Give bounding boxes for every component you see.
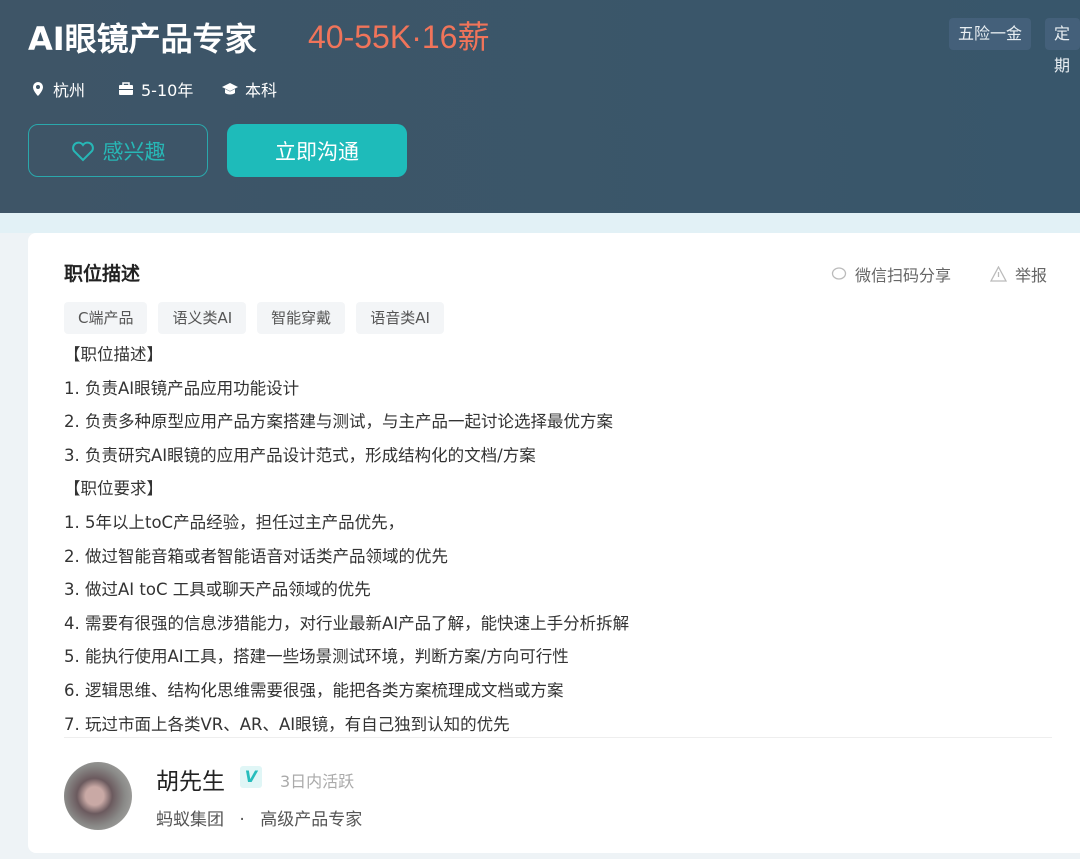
desc-line: 2. 负责多种原型应用产品方案搭建与测试，与主产品一起讨论选择最优方案 xyxy=(64,412,613,432)
report-label: 举报 xyxy=(1015,266,1048,285)
desc-line: 【职位描述】 xyxy=(64,345,163,364)
chat-now-button[interactable]: 立即沟通 xyxy=(227,124,407,177)
desc-line: 3. 做过AI toC 工具或聊天产品领域的优先 xyxy=(64,580,371,600)
skill-tag: C端产品 xyxy=(64,302,148,334)
section-title: 职位描述 xyxy=(64,263,141,285)
location-text: 杭州 xyxy=(53,81,86,100)
recruiter-company: 蚂蚁集团 · 高级产品专家 xyxy=(156,805,362,830)
meta-location: 杭州 xyxy=(30,77,85,101)
job-description-text: 【职位描述】 1. 负责AI眼镜产品应用功能设计 2. 负责多种原型应用产品方案… xyxy=(64,338,629,741)
chat-bubble-icon xyxy=(831,267,847,280)
job-description-card: 职位描述 微信扫码分享 举报 C端产品 语义类AI 智能穿戴 语音类AI 【职位… xyxy=(28,233,1080,853)
company-name: 蚂蚁集团 xyxy=(156,810,224,830)
recruiter-avatar[interactable] xyxy=(64,762,132,830)
interested-label: 感兴趣 xyxy=(102,139,166,164)
welfare-tag: 五险一金 xyxy=(949,18,1032,50)
desc-line: 6. 逻辑思维、结构化思维需要很强，能把各类方案梳理成文档或方案 xyxy=(64,680,564,700)
wechat-share-button[interactable]: 微信扫码分享 xyxy=(831,262,951,286)
heart-icon xyxy=(71,141,94,161)
graduation-cap-icon xyxy=(222,83,238,95)
recruiter-name: 胡先生 xyxy=(156,769,225,795)
recruiter-position: 高级产品专家 xyxy=(260,810,363,830)
desc-line: 5. 能执行使用AI工具，搭建一些场景测试环境，判断方案/方向可行性 xyxy=(64,647,569,667)
salary: 40-55K·16薪 xyxy=(308,19,490,55)
skill-tag: 语义类AI xyxy=(158,302,247,334)
verified-badge-icon: V xyxy=(240,766,262,788)
briefcase-icon xyxy=(119,82,133,95)
desc-line: 【职位要求】 xyxy=(64,479,163,499)
degree-text: 本科 xyxy=(245,81,278,100)
divider-band xyxy=(0,213,1080,233)
interested-button[interactable]: 感兴趣 xyxy=(28,124,208,177)
warning-icon xyxy=(990,266,1007,282)
experience-text: 5-10年 xyxy=(141,81,194,100)
skill-tag: 智能穿戴 xyxy=(257,302,346,334)
job-header: AI眼镜产品专家 40-55K·16薪 杭州 5-10年 本科 感兴趣 立即沟通… xyxy=(0,0,1080,213)
divider xyxy=(64,737,1052,738)
active-status: 3日内活跃 xyxy=(280,772,355,791)
welfare-tag: 定期 xyxy=(1045,18,1080,75)
meta-experience: 5-10年 xyxy=(118,77,193,101)
desc-line: 4. 需要有很强的信息涉猎能力，对行业最新AI产品了解，能快速上手分析拆解 xyxy=(64,613,630,633)
desc-line: 1. 负责AI眼镜产品应用功能设计 xyxy=(64,378,300,398)
wechat-share-label: 微信扫码分享 xyxy=(855,266,952,285)
location-icon xyxy=(33,82,43,96)
desc-line: 2. 做过智能音箱或者智能语音对话类产品领域的优先 xyxy=(64,546,448,566)
skill-tag: 语音类AI xyxy=(356,302,444,334)
desc-line: 1. 5年以上toC产品经验，担任过主产品优先， xyxy=(64,512,405,532)
skill-tags: C端产品 语义类AI 智能穿戴 语音类AI xyxy=(64,302,444,334)
meta-degree: 本科 xyxy=(222,77,277,101)
separator: · xyxy=(239,810,245,830)
desc-line: 3. 负责研究AI眼镜的应用产品设计范式，形成结构化的文档/方案 xyxy=(64,445,536,465)
report-button[interactable]: 举报 xyxy=(990,262,1047,286)
job-title: AI眼镜产品专家 xyxy=(28,20,257,58)
